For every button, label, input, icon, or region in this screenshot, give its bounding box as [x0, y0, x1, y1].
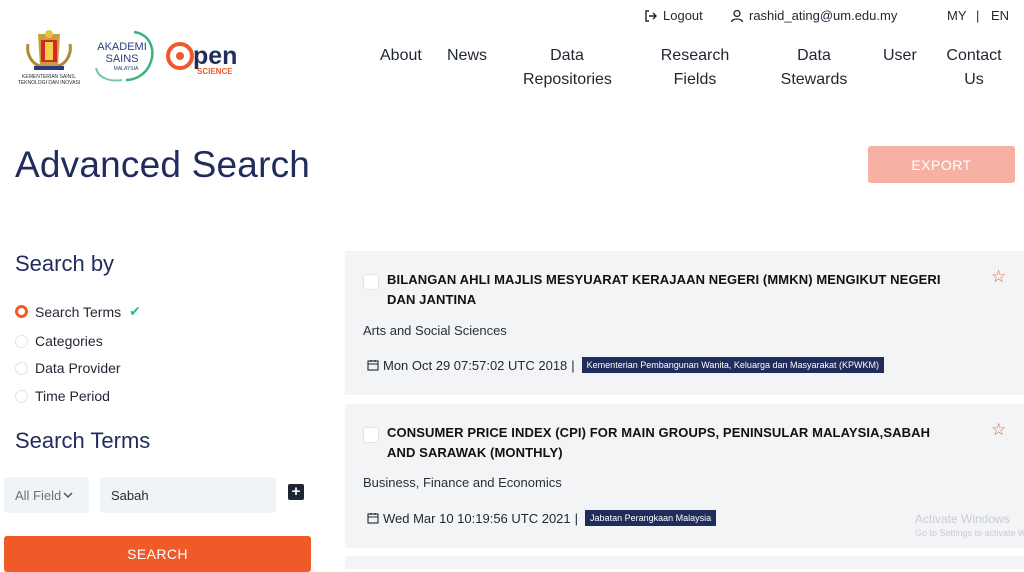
radio-selected-icon[interactable]: [15, 305, 28, 318]
result-category: Business, Finance and Economics: [363, 475, 562, 490]
result-card[interactable]: BILANGAN AHLI MAJLIS MESYUARAT KERAJAAN …: [345, 251, 1024, 395]
option-time-period-label: Time Period: [35, 388, 110, 404]
nav-about-label: About: [380, 47, 422, 64]
option-data-provider-label: Data Provider: [35, 360, 121, 376]
nav-news-label: News: [447, 47, 488, 64]
add-term-button[interactable]: +: [288, 484, 304, 500]
user-account-link[interactable]: rashid_ating@um.edu.my: [730, 8, 897, 23]
result-meta: Wed Mar 10 10:19:56 UTC 2021 | Jabatan P…: [367, 510, 717, 526]
option-categories-label: Categories: [35, 333, 103, 349]
radio-icon[interactable]: [15, 361, 28, 375]
card-divider: [345, 548, 1024, 556]
option-data-provider[interactable]: Data Provider: [15, 360, 121, 376]
akademi-line-3: MALAYSIA: [114, 66, 139, 72]
nav-data-stewards[interactable]: Data Stewards: [778, 44, 850, 92]
option-time-period[interactable]: Time Period: [15, 388, 110, 404]
top-bar: Logout rashid_ating@um.edu.my MY | EN: [0, 6, 1024, 26]
export-button[interactable]: EXPORT: [868, 146, 1015, 183]
option-search-terms[interactable]: Search Terms ✔: [15, 303, 141, 320]
akademi-sains-logo[interactable]: AKADEMI SAINS MALAYSIA: [88, 28, 158, 84]
user-email: rashid_ating@um.edu.my: [749, 8, 898, 23]
lang-my[interactable]: MY: [947, 8, 967, 23]
nav-research-fields-line2: Fields: [673, 71, 717, 88]
akademi-line-1: AKADEMI: [97, 41, 147, 53]
result-meta: Mon Oct 29 07:57:02 UTC 2018 | Kementeri…: [367, 357, 884, 373]
logout-icon: [645, 9, 657, 22]
nav-user[interactable]: User: [883, 44, 917, 68]
calendar-icon: [367, 360, 379, 371]
result-card-partial: [345, 556, 1024, 569]
nav-data-repositories-line2: Repositories: [523, 71, 612, 88]
lang-separator: |: [976, 8, 980, 23]
logout-label: Logout: [663, 8, 703, 23]
card-divider: [345, 395, 1024, 404]
user-icon: [730, 9, 744, 22]
result-separator: |: [571, 357, 575, 373]
nav-data-stewards-line1: Data: [797, 47, 831, 64]
activate-windows-watermark: Activate Windows: [915, 512, 1010, 526]
result-date: Wed Mar 10 10:19:56 UTC 2021: [383, 510, 571, 526]
result-title[interactable]: BILANGAN AHLI MAJLIS MESYUARAT KERAJAAN …: [387, 270, 947, 310]
nav-research-fields-line1: Research: [660, 47, 730, 64]
checkmark-icon: ✔: [129, 303, 141, 319]
chevron-down-icon: [63, 492, 73, 499]
search-by-heading: Search by: [15, 251, 115, 276]
radio-icon[interactable]: [15, 334, 28, 348]
nav-contact-us-line1: Contact: [946, 47, 1002, 64]
favorite-star-icon[interactable]: ☆: [991, 420, 1006, 440]
nav-contact-us-line2: Us: [964, 71, 984, 88]
logout-link[interactable]: Logout: [644, 8, 703, 23]
result-checkbox[interactable]: [363, 427, 379, 443]
nav-contact-us[interactable]: Contact Us: [944, 44, 1004, 92]
page-title: Advanced Search: [15, 144, 311, 185]
open-science-logo[interactable]: pen SCIENCE: [166, 34, 254, 80]
result-checkbox[interactable]: [363, 274, 379, 290]
search-button[interactable]: SEARCH: [4, 536, 311, 572]
activate-windows-subtext: Go to Settings to activate Windows.: [915, 528, 1024, 538]
result-category: Arts and Social Sciences: [363, 323, 507, 338]
field-select-value: All Field: [15, 487, 62, 503]
ministry-text-2: TEKNOLOGI DAN INOVASI: [18, 80, 80, 86]
search-term-input[interactable]: [100, 477, 276, 513]
open-word: pen: [193, 42, 237, 70]
field-select[interactable]: All Field: [4, 477, 89, 513]
lang-en[interactable]: EN: [991, 8, 1009, 23]
calendar-icon: [367, 513, 379, 524]
result-date: Mon Oct 29 07:57:02 UTC 2018: [383, 357, 568, 373]
org-badge[interactable]: Kementerian Pembangunan Wanita, Keluarga…: [581, 357, 884, 373]
nav-user-label: User: [883, 47, 917, 64]
search-terms-heading: Search Terms: [15, 428, 151, 453]
result-card[interactable]: CONSUMER PRICE INDEX (CPI) FOR MAIN GROU…: [345, 404, 1024, 548]
nav-news[interactable]: News: [447, 44, 487, 68]
option-search-terms-label: Search Terms: [35, 303, 122, 320]
nav-research-fields[interactable]: Research Fields: [657, 44, 733, 92]
result-title[interactable]: CONSUMER PRICE INDEX (CPI) FOR MAIN GROU…: [387, 423, 947, 463]
favorite-star-icon[interactable]: ☆: [991, 267, 1006, 287]
org-badge[interactable]: Jabatan Perangkaan Malaysia: [585, 510, 717, 526]
option-categories[interactable]: Categories: [15, 333, 103, 349]
result-separator: |: [574, 510, 579, 526]
radio-icon[interactable]: [15, 389, 28, 403]
nav-data-stewards-line2: Stewards: [780, 71, 848, 88]
open-sub: SCIENCE: [197, 67, 233, 76]
akademi-line-2: SAINS: [105, 53, 138, 65]
nav-about[interactable]: About: [380, 44, 422, 68]
ministry-logo[interactable]: KEMENTERIAN SAINS, TEKNOLOGI DAN INOVASI: [14, 28, 84, 88]
nav-data-repositories[interactable]: Data Repositories: [523, 44, 612, 92]
nav-data-repositories-line1: Data: [550, 47, 584, 64]
